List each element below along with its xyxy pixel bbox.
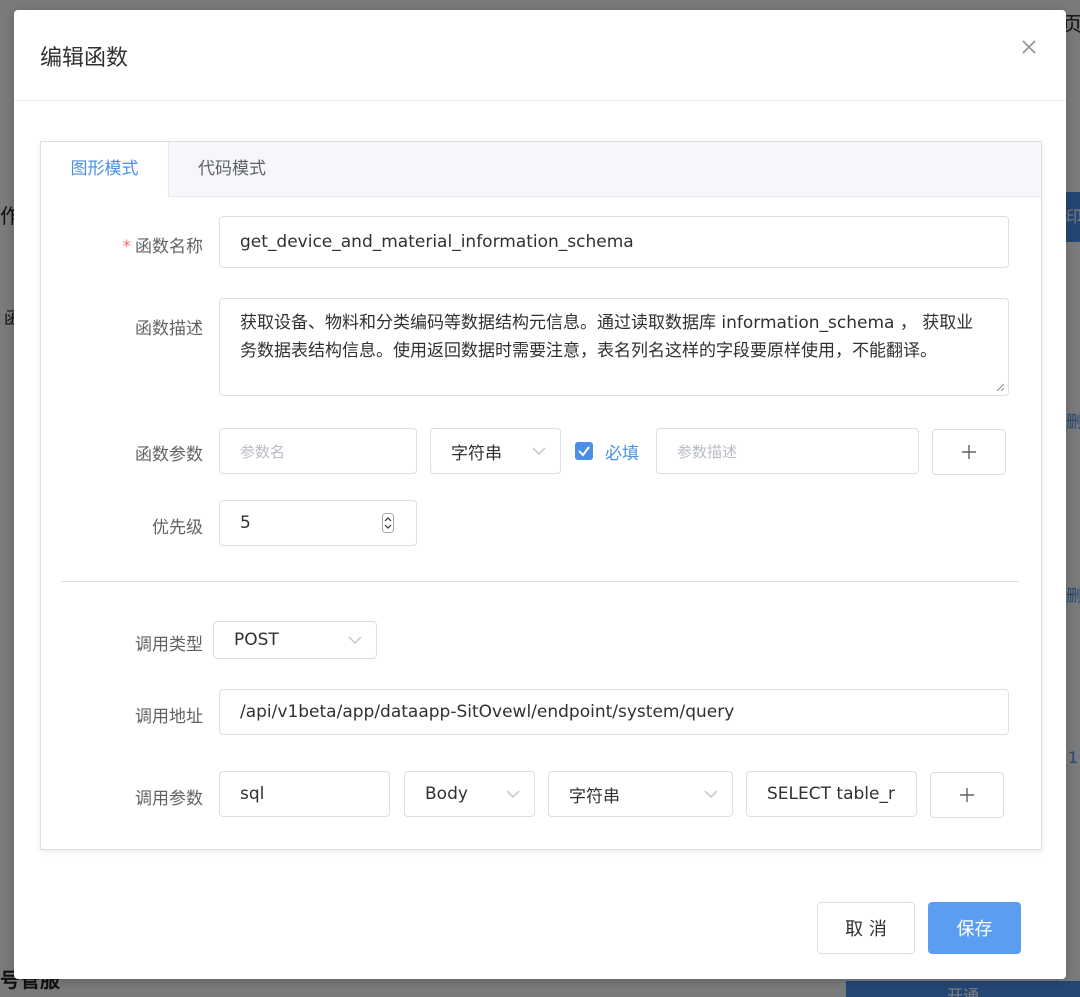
call-url-input[interactable]: /api/v1beta/app/dataapp-SitOvewl/endpoin… [219,689,1009,735]
call-type-label: 调用类型 [135,635,203,655]
check-icon [578,446,590,457]
priority-number-input[interactable]: 5 [219,500,417,546]
param-description-input[interactable]: 参数描述 [656,428,919,474]
function-description-label: 函数描述 [135,319,203,339]
call-type-select[interactable]: POST [213,621,377,659]
edit-function-dialog: 编辑函数 图形模式 代码模式 * 函数名称 get_device_and_mate… [14,10,1066,979]
function-editor-panel: 图形模式 代码模式 * 函数名称 get_device_and_material_… [40,141,1042,850]
param-required-label[interactable]: 必填 [605,439,639,464]
mode-tabs: 图形模式 代码模式 [41,142,1041,197]
save-button[interactable]: 保存 [928,902,1021,954]
param-name-input[interactable]: 参数名 [219,428,417,474]
call-param-type-value: 字符串 [569,786,620,807]
cancel-button[interactable]: 取 消 [817,902,915,954]
priority-value: 5 [240,513,251,533]
call-param-location-select[interactable]: Body [404,771,535,817]
chevron-down-icon [348,636,362,644]
call-param-type-select[interactable]: 字符串 [548,771,733,817]
call-type-value: POST [234,630,279,650]
close-icon[interactable] [1018,36,1040,58]
add-param-button[interactable] [932,429,1006,475]
plus-icon [962,445,976,459]
resize-grip-icon[interactable] [995,382,1005,392]
function-name-label: * 函数名称 [122,237,204,257]
dialog-header: 编辑函数 [14,10,1066,101]
priority-label: 优先级 [152,518,203,538]
spinner-icon[interactable] [382,513,394,533]
call-url-label: 调用地址 [135,707,203,727]
function-description-textarea[interactable]: 获取设备、物料和分类编码等数据结构元信息。通过读取数据库 information… [219,298,1009,396]
tab-code-mode[interactable]: 代码模式 [168,142,296,196]
dialog-title: 编辑函数 [40,46,129,71]
call-param-name-input[interactable]: sql [219,771,390,817]
param-type-select[interactable]: 字符串 [430,428,561,474]
function-name-input[interactable]: get_device_and_material_information_sche… [219,216,1009,268]
tab-graphic-mode[interactable]: 图形模式 [41,142,169,197]
required-mark: * [122,237,132,257]
description-text: 获取设备、物料和分类编码等数据结构元信息。通过读取数据库 information… [240,313,974,361]
function-params-label: 函数参数 [135,445,203,465]
plus-icon [960,788,974,802]
call-params-label: 调用参数 [135,789,203,809]
chevron-down-icon [704,790,718,798]
call-param-location-value: Body [425,784,468,804]
section-divider [61,581,1019,582]
add-call-param-button[interactable] [930,772,1004,818]
param-type-value: 字符串 [451,443,502,464]
chevron-down-icon [532,447,546,455]
call-param-value-input[interactable]: SELECT table_r [746,771,917,817]
chevron-down-icon [506,790,520,798]
param-required-checkbox[interactable] [575,442,593,460]
